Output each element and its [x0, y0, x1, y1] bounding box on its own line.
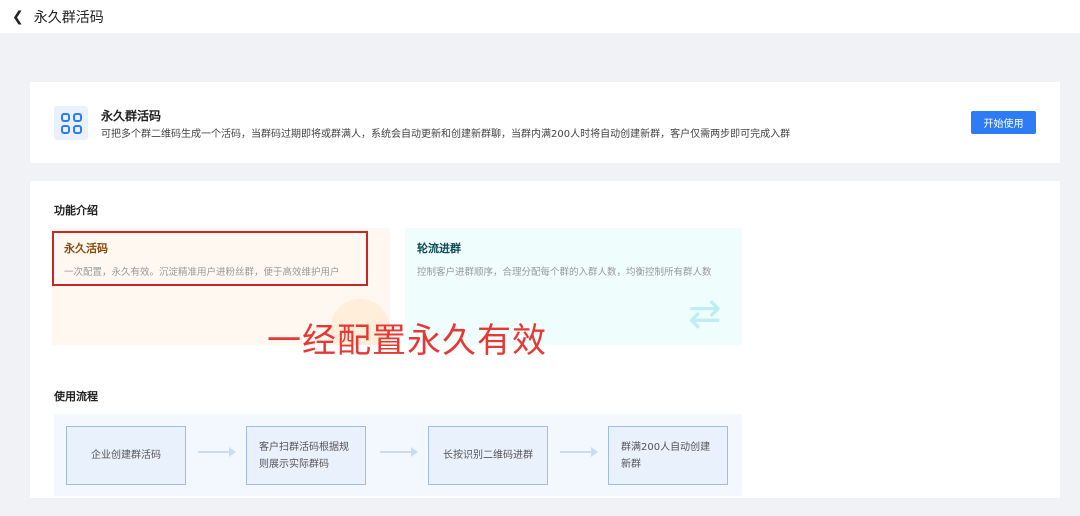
- chevron-left-icon[interactable]: ❮: [12, 9, 24, 25]
- intro-description: 可把多个群二维码生成一个活码，当群码过期即将或群满人，系统会自动更新和创建新群聊…: [101, 129, 791, 140]
- arrow-right-icon: [198, 447, 236, 457]
- qr-code-icon: [54, 106, 88, 140]
- intro-card: 永久群活码 可把多个群二维码生成一个活码，当群码过期即将或群满人，系统会自动更新…: [30, 82, 1060, 163]
- feature-description: 控制客户进群顺序，合理分配每个群的入群人数，均衡控制所有群人数: [417, 267, 712, 278]
- flow-heading: 使用流程: [54, 390, 98, 403]
- start-button[interactable]: 开始使用: [971, 111, 1036, 134]
- feature-title: 轮流进群: [417, 242, 461, 255]
- flow-diagram: 企业创建群活码 客户扫群活码根据规则展示实际群码 长按识别二维码进群 群满200…: [54, 414, 742, 496]
- top-bar: ❮ 永久群活码: [0, 0, 1080, 33]
- page-title: 永久群活码: [33, 9, 104, 26]
- details-card: 功能介绍 永久活码 一次配置，永久有效。沉淀精准用户进粉丝群，便于高效维护用户 …: [30, 181, 1060, 498]
- intro-title: 永久群活码: [101, 109, 162, 123]
- flow-step: 长按识别二维码进群: [428, 426, 548, 485]
- flow-step: 群满200人自动创建新群: [608, 426, 728, 485]
- flow-step: 客户扫群活码根据规则展示实际群码: [246, 426, 366, 485]
- highlight-box: [52, 231, 368, 286]
- shuffle-icon: ⇄: [688, 291, 722, 337]
- features-heading: 功能介绍: [54, 204, 98, 217]
- annotation-text: 一经配置永久有效: [267, 321, 547, 361]
- flow-step: 企业创建群活码: [66, 426, 186, 485]
- arrow-right-icon: [560, 447, 598, 457]
- arrow-right-icon: [380, 447, 418, 457]
